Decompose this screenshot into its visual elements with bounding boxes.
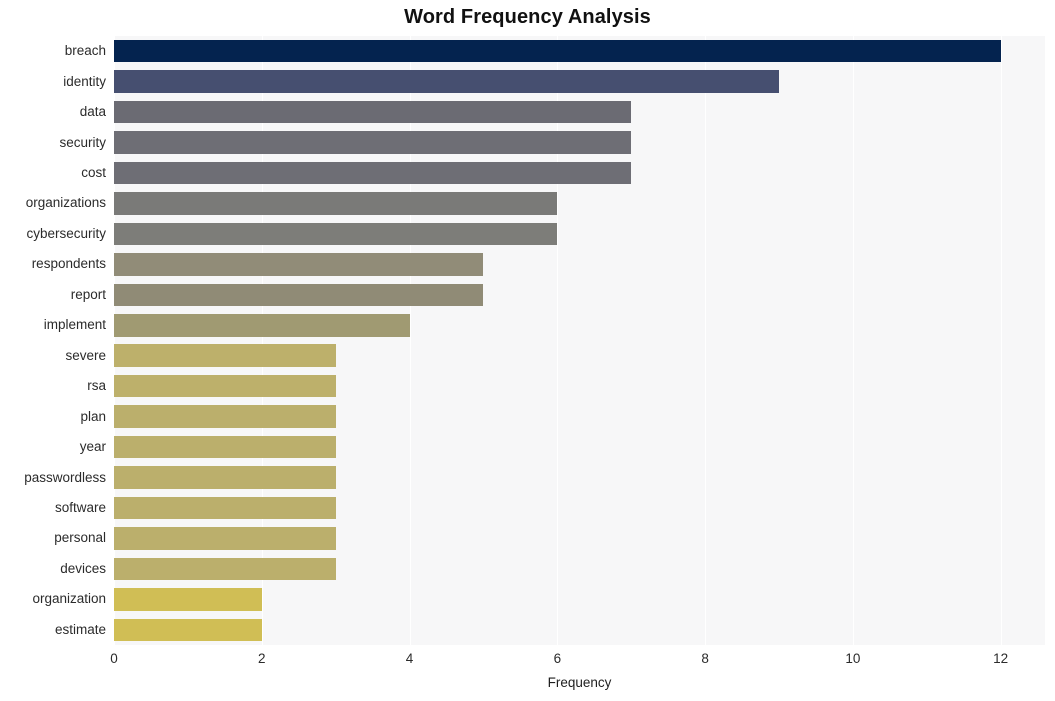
gridline-x-1 <box>261 36 263 645</box>
bar-row <box>114 557 1045 581</box>
bar-rsa <box>114 374 336 398</box>
bar-row <box>114 192 1045 215</box>
bar-organizations <box>114 192 558 215</box>
bar-cost <box>114 161 632 185</box>
gridline-x-4 <box>705 36 707 645</box>
bar-row <box>114 283 1045 307</box>
x-tick-label-4: 4 <box>405 651 414 666</box>
chart-figure: Word Frequency Analysis breach identity da… <box>0 0 1055 701</box>
bar-implement <box>114 314 410 337</box>
bar-row <box>114 374 1045 398</box>
y-tick-label-passwordless: passwordless <box>24 469 106 485</box>
bar-severe <box>114 344 336 367</box>
bar-year <box>114 435 336 459</box>
bar-report <box>114 283 484 307</box>
bar-row <box>114 161 1045 185</box>
bar-row <box>114 70 1045 93</box>
y-tick-label-rsa: rsa <box>87 378 106 394</box>
bar-data <box>114 100 632 124</box>
y-tick-label-respondents: respondents <box>31 256 106 272</box>
gridline-x-5 <box>852 36 854 645</box>
bar-security <box>114 131 632 154</box>
y-tick-label-breach: breach <box>64 43 106 59</box>
bar-row <box>114 131 1045 154</box>
plot-area <box>114 36 1045 645</box>
y-tick-label-cost: cost <box>81 165 106 181</box>
y-tick-label-security: security <box>59 134 106 150</box>
gridline-x-6 <box>1000 36 1002 645</box>
bar-breach <box>114 39 1001 63</box>
bar-row <box>114 527 1045 550</box>
x-tick-label-8: 8 <box>701 651 709 666</box>
y-tick-label-organization: organization <box>32 591 106 607</box>
bar-row <box>114 466 1045 489</box>
y-tick-label-organizations: organizations <box>25 195 106 211</box>
bar-identity <box>114 70 779 93</box>
y-tick-label-estimate: estimate <box>54 621 106 637</box>
x-tick-label-6: 6 <box>553 651 562 666</box>
y-axis: breach identity data security cost organizati… <box>0 36 106 645</box>
x-tick-label-10: 10 <box>845 651 861 666</box>
gridline-x-0 <box>114 36 115 645</box>
bar-row <box>114 618 1045 642</box>
y-tick-label-devices: devices <box>60 560 106 576</box>
chart-title: Word Frequency Analysis <box>404 6 651 28</box>
x-tick-label-0: 0 <box>110 651 118 666</box>
y-tick-label-plan: plan <box>80 408 106 424</box>
y-tick-label-severe: severe <box>65 347 106 363</box>
x-axis-title: Frequency <box>547 675 612 690</box>
gridline-x-2 <box>409 36 411 645</box>
bar-respondents <box>114 253 484 276</box>
bar-plan <box>114 405 336 428</box>
bar-software <box>114 496 336 520</box>
bar-row <box>114 588 1045 611</box>
bar-row <box>114 344 1045 367</box>
bar-row <box>114 314 1045 337</box>
bar-devices <box>114 557 336 581</box>
x-tick-label-12: 12 <box>993 651 1009 666</box>
bar-estimate <box>114 618 262 642</box>
y-tick-label-year: year <box>79 439 106 455</box>
bar-row <box>114 100 1045 124</box>
y-tick-label-data: data <box>79 104 106 120</box>
bar-cybersecurity <box>114 222 558 246</box>
bar-row <box>114 253 1045 276</box>
y-tick-label-software: software <box>54 499 106 515</box>
y-tick-label-report: report <box>70 286 106 302</box>
bar-passwordless <box>114 466 336 489</box>
bar-row <box>114 405 1045 428</box>
bar-personal <box>114 527 336 550</box>
y-tick-label-identity: identity <box>63 73 106 89</box>
bar-row <box>114 435 1045 459</box>
bar-organization <box>114 588 262 611</box>
x-axis: 0 2 4 6 8 10 12 <box>0 645 1055 675</box>
y-tick-label-personal: personal <box>54 530 106 546</box>
gridline-x-3 <box>557 36 559 645</box>
bar-row <box>114 39 1045 63</box>
x-tick-label-2: 2 <box>258 651 266 666</box>
y-tick-label-cybersecurity: cybersecurity <box>26 225 106 241</box>
bar-row <box>114 222 1045 246</box>
bar-row <box>114 496 1045 520</box>
y-tick-label-implement: implement <box>43 317 106 333</box>
